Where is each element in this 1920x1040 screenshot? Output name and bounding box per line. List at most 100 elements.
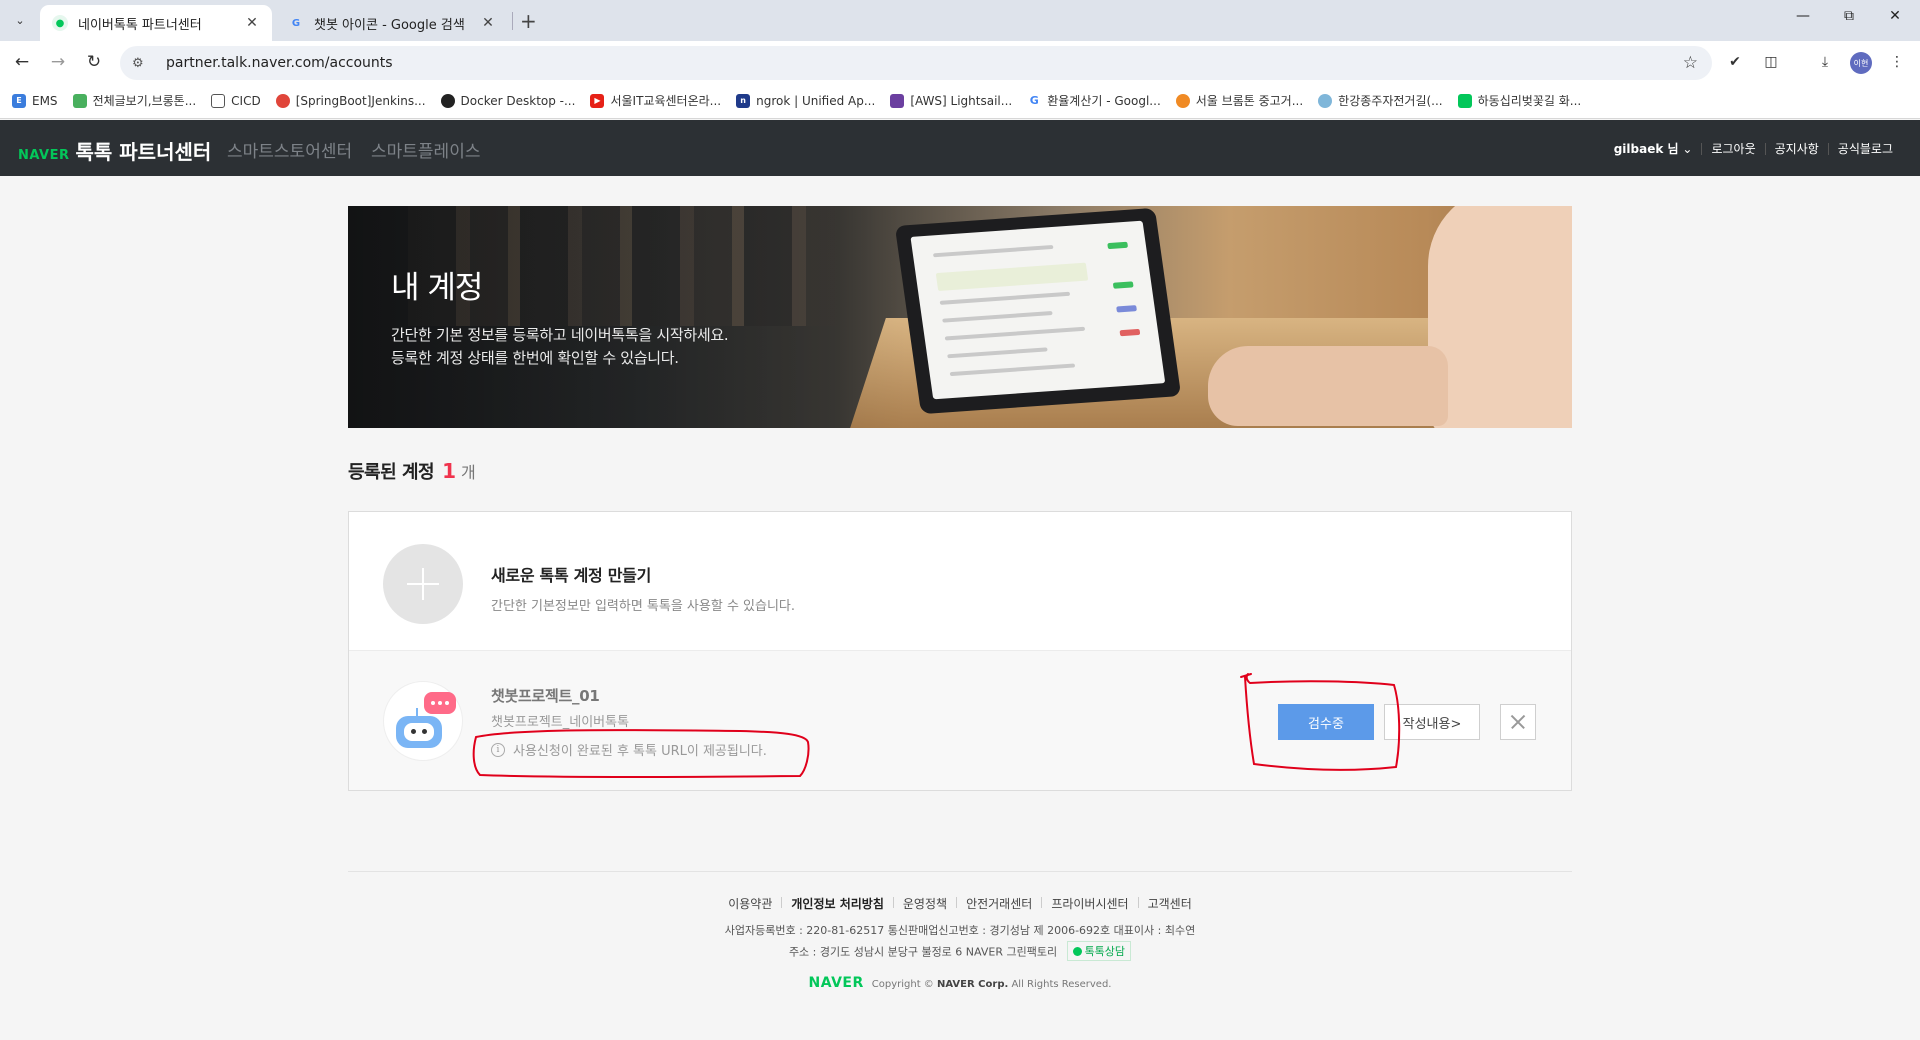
youtube-icon: ▶	[590, 93, 605, 108]
tab-divider	[512, 12, 513, 30]
bookmark-item[interactable]: Docker Desktop -...	[440, 93, 575, 108]
tab-naver-talk-partner[interactable]: ● 네이버톡톡 파트너센터 ✕	[40, 5, 272, 41]
google-icon: G	[1027, 93, 1042, 108]
notice-link[interactable]: 공지사항	[1766, 140, 1828, 157]
talk-partner-logo[interactable]: NAVER 톡톡 파트너센터	[18, 136, 211, 165]
copyright: NAVER Copyright © NAVER Corp. All Rights…	[0, 975, 1920, 991]
kebab-menu-icon[interactable]: ⋮	[1886, 51, 1908, 73]
new-tab-plus-icon[interactable]: +	[520, 9, 537, 33]
account-list-card: 새로운 톡톡 계정 만들기 간단한 기본정보만 입력하면 톡톡을 사용할 수 있…	[348, 511, 1572, 791]
tab-search-chevron-icon[interactable]: ⌄	[8, 8, 32, 32]
chevron-down-icon: ⌄	[1682, 142, 1693, 156]
robot-icon	[396, 716, 442, 748]
bookmark-label: [SpringBoot]Jenkins...	[295, 93, 426, 108]
banner-description-line1: 간단한 기본 정보를 등록하고 네이버톡톡을 시작하세요.	[391, 326, 729, 344]
tab-title: 챗봇 아이콘 - Google 검색	[314, 17, 465, 33]
bookmark-favicon-icon: E	[12, 93, 26, 108]
reload-icon[interactable]: ↻	[82, 50, 106, 74]
ngrok-icon: n	[736, 93, 751, 108]
official-blog-link[interactable]: 공식블로그	[1829, 140, 1902, 157]
bookmark-item[interactable]: 전체글보기,브롱톤...	[72, 92, 197, 109]
copyright-suffix: All Rights Reserved.	[1011, 979, 1112, 990]
address-bar[interactable]: ⚙ partner.talk.naver.com/accounts ☆	[120, 46, 1712, 80]
bookmark-label: CICD	[231, 93, 261, 108]
bookmark-label: 환율계산기 - Googl...	[1047, 94, 1161, 108]
nav-smartstore-center[interactable]: 스마트스토어센터	[227, 137, 352, 162]
nav-smartplace[interactable]: 스마트플레이스	[371, 137, 480, 162]
naver-logo-text: NAVER	[18, 148, 70, 163]
registered-accounts-heading: 등록된 계정 1 개	[348, 458, 476, 484]
bookmark-label: EMS	[32, 93, 58, 108]
bookmark-item[interactable]: n ngrok | Unified Ap...	[736, 93, 876, 108]
privacy-center-link[interactable]: 프라이버시센터	[1042, 895, 1137, 912]
bookmark-label: 서울 브롬톤 중고거...	[1195, 94, 1304, 108]
copyright-company: NAVER Corp.	[937, 979, 1009, 990]
account-url-notice: i 사용신청이 완료된 후 톡톡 URL이 제공됩니다.	[491, 740, 767, 759]
plus-icon[interactable]	[383, 544, 463, 624]
bookmark-label: 서울IT교육센터온라...	[610, 94, 722, 108]
notice-text: 사용신청이 완료된 후 톡톡 URL이 제공됩니다.	[513, 744, 767, 759]
extensions-puzzle-icon[interactable]: ◫	[1760, 51, 1782, 73]
operation-policy-link[interactable]: 운영정책	[894, 895, 956, 912]
customer-center-link[interactable]: 고객센터	[1139, 895, 1201, 912]
bookmark-item[interactable]: 서울 브롬톤 중고거...	[1175, 92, 1304, 109]
terms-link[interactable]: 이용약관	[719, 895, 781, 912]
bookmark-star-icon[interactable]: ☆	[1683, 53, 1698, 73]
bookmark-favicon-icon	[1175, 93, 1190, 108]
profile-avatar[interactable]: 이현	[1850, 52, 1872, 74]
bookmark-item[interactable]: 한강종주자전거길(...	[1318, 92, 1443, 109]
privacy-policy-link[interactable]: 개인정보 처리방침	[782, 895, 893, 912]
window-close-icon[interactable]: ✕	[1872, 8, 1918, 24]
logout-link[interactable]: 로그아웃	[1702, 140, 1764, 157]
naver-talk-favicon-icon: ●	[52, 15, 68, 31]
url-text[interactable]: partner.talk.naver.com/accounts	[166, 55, 393, 71]
tab-google-search[interactable]: G 챗봇 아이콘 - Google 검색 ✕	[276, 5, 508, 41]
bookmark-item[interactable]: ▶ 서울IT교육센터온라...	[590, 92, 721, 109]
footer-divider	[348, 871, 1572, 872]
bookmark-label: [AWS] Lightsail...	[910, 93, 1013, 108]
bookmark-item[interactable]: G 환율계산기 - Googl...	[1027, 92, 1161, 109]
business-info: 사업자등록번호 : 220-81-62517 통신판매업신고번호 : 경기성남 …	[724, 924, 1196, 937]
tab-title: 네이버톡톡 파트너센터	[78, 17, 202, 33]
bookmark-item[interactable]: E EMS	[12, 93, 58, 108]
safe-trade-center-link[interactable]: 안전거래센터	[957, 895, 1041, 912]
footer-links: 이용약관 개인정보 처리방침 운영정책 안전거래센터 프라이버시센터 고객센터	[0, 895, 1920, 912]
minimize-icon[interactable]: —	[1780, 8, 1826, 24]
bookmark-item[interactable]: [SpringBoot]Jenkins...	[275, 93, 426, 108]
bookmark-label: 전체글보기,브롱톤...	[92, 94, 197, 108]
banner-title: 내 계정	[391, 270, 483, 306]
site-header: NAVER 톡톡 파트너센터 스마트스토어센터 스마트플레이스 gilbaek …	[0, 120, 1920, 176]
speech-bubble-icon	[424, 692, 456, 714]
banner-overlay	[348, 206, 908, 428]
tab-close-icon[interactable]: ✕	[244, 15, 260, 31]
under-review-button[interactable]: 검수중	[1278, 704, 1374, 740]
download-icon[interactable]: ⤓	[1814, 51, 1836, 73]
bookmark-item[interactable]: 하동십리벚꽃길 화...	[1457, 92, 1581, 109]
banner-laptop-image	[894, 207, 1182, 415]
back-arrow-icon[interactable]: ←	[10, 50, 34, 74]
delete-close-icon[interactable]	[1500, 704, 1536, 740]
talk-consult-button[interactable]: 톡톡상담	[1066, 941, 1132, 961]
robot-antenna	[416, 708, 418, 716]
header-user-links: gilbaek 님 ⌄ 로그아웃 공지사항 공식블로그	[1605, 140, 1902, 157]
extension-check-icon[interactable]: ✔	[1724, 51, 1746, 73]
address-line: 주소 : 경기도 성남시 분당구 불정로 6 NAVER 그린팩토리 톡톡상담	[0, 941, 1920, 961]
forward-arrow-icon[interactable]: →	[46, 50, 70, 74]
restore-icon[interactable]: ⧉	[1826, 8, 1872, 24]
create-account-title[interactable]: 새로운 톡톡 계정 만들기	[491, 562, 651, 586]
banner-arm-image	[1428, 206, 1572, 428]
my-account-banner: 내 계정 간단한 기본 정보를 등록하고 네이버톡톡을 시작하세요. 등록한 계…	[348, 206, 1572, 428]
user-name: gilbaek 님	[1613, 142, 1679, 156]
tab-close-icon[interactable]: ✕	[480, 15, 496, 31]
bookmark-label: ngrok | Unified Ap...	[756, 93, 876, 108]
bookmark-item[interactable]: [AWS] Lightsail...	[890, 93, 1013, 108]
chatbot-avatar	[383, 681, 463, 761]
site-settings-icon[interactable]: ⚙	[132, 56, 152, 71]
bookmarks-bar: E EMS 전체글보기,브롱톤... CICD [SpringBoot]Jenki…	[0, 83, 1920, 119]
user-menu[interactable]: gilbaek 님 ⌄	[1605, 140, 1702, 157]
bookmark-favicon-icon	[72, 93, 87, 108]
bookmark-favicon-icon	[1318, 93, 1333, 108]
create-account-row[interactable]: 새로운 톡톡 계정 만들기 간단한 기본정보만 입력하면 톡톡을 사용할 수 있…	[349, 512, 1571, 650]
bookmark-folder[interactable]: CICD	[211, 93, 261, 108]
view-content-button[interactable]: 작성내용>	[1384, 704, 1480, 740]
